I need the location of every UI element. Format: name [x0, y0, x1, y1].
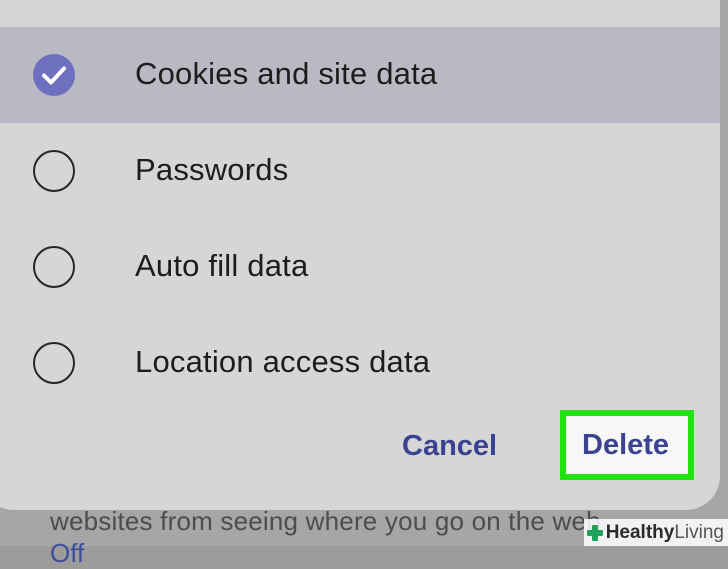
option-label: Passwords: [135, 152, 289, 187]
option-label: Cookies and site data: [135, 56, 438, 91]
delete-button[interactable]: Delete: [582, 429, 669, 462]
radio-empty-icon[interactable]: [33, 150, 75, 192]
option-label: Auto fill data: [135, 248, 309, 283]
background-description-text: websites from seeing where you go on the…: [50, 506, 609, 536]
option-passwords[interactable]: Passwords: [0, 123, 720, 219]
delete-browsing-data-dialog: Cookies and site data Passwords Auto fil…: [0, 0, 720, 510]
option-label: Location access data: [135, 344, 431, 379]
radio-empty-icon[interactable]: [33, 342, 75, 384]
option-location-access-data[interactable]: Location access data: [0, 315, 720, 411]
option-auto-fill-data[interactable]: Auto fill data: [0, 219, 720, 315]
watermark-brand-a: Healthy: [605, 521, 675, 543]
cancel-button[interactable]: Cancel: [402, 430, 497, 463]
background-toggle-state: Off: [50, 538, 85, 568]
delete-button-highlight: Delete: [560, 410, 694, 480]
check-circle-icon[interactable]: [33, 54, 75, 96]
option-cookies-and-site-data[interactable]: Cookies and site data: [0, 27, 720, 123]
plus-icon: [586, 524, 603, 541]
watermark-brand-b: Living: [674, 521, 724, 543]
radio-empty-icon[interactable]: [33, 246, 75, 288]
watermark-logo: Healthy Living: [583, 519, 728, 546]
